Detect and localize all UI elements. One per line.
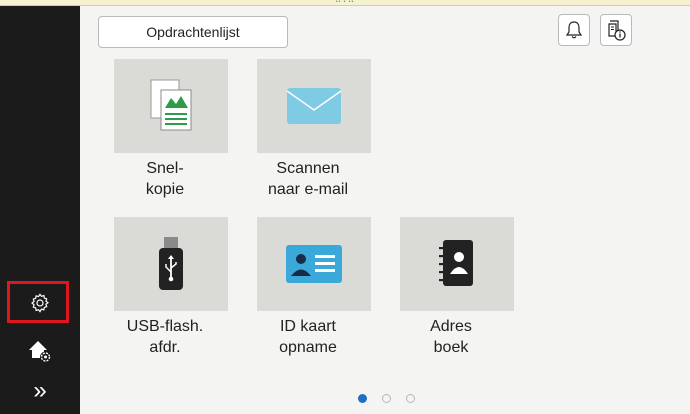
tile-label: Adres boek [380,316,522,358]
tile-label-line: naar e-mail [267,181,349,198]
selection-highlight [7,281,69,323]
tile-id-card-copy[interactable]: ID kaart opname [237,217,379,358]
home-settings-button[interactable] [0,332,80,370]
tile-usb-print[interactable]: USB-flash. afdr. [94,217,236,358]
job-list-label: Opdrachtenlijst [146,24,240,40]
home-settings-icon [29,341,51,363]
tile-label: Snel- kopie [94,158,236,200]
page-dot[interactable] [382,394,391,403]
tile-label: ID kaart opname [237,316,379,358]
tile-label-line: kopie [145,181,185,198]
settings-button[interactable] [0,279,80,327]
tile-scan-to-email[interactable]: Scannen naar e-mail [237,59,379,200]
envelope-icon [286,88,342,124]
top-indicator: •• • •• [335,0,355,5]
tile-address-book[interactable]: Adres boek [380,217,522,358]
page-dot-active[interactable] [358,394,367,403]
tile-label: USB-flash. afdr. [94,316,236,358]
device-status-button[interactable] [600,14,632,46]
tile-image [257,59,371,153]
tile-label-line: ID kaart [279,318,336,335]
tile-label-line: boek [433,339,469,356]
job-list-button[interactable]: Opdrachtenlijst [98,16,288,48]
tile-image [114,217,228,311]
device-info-icon [608,20,626,41]
copy-icon [150,79,192,131]
tile-label: Scannen naar e-mail [237,158,379,200]
address-book-icon [439,240,473,286]
expand-sidebar-button[interactable]: » [0,372,80,410]
id-card-icon [286,245,342,283]
home-screen: Opdrachtenlijst Snel- kopie Scannen naar… [80,6,690,414]
tile-label-line: USB-flash. [126,318,204,335]
tile-label-line: opname [279,339,337,356]
chevron-double-right-icon: » [33,377,47,404]
bell-icon [565,21,583,39]
tile-label-line: afdr. [149,339,181,356]
page-dot[interactable] [406,394,415,403]
tile-image [400,217,514,311]
page-indicator [358,394,415,403]
tile-quick-copy[interactable]: Snel- kopie [94,59,236,200]
tile-label-line: Scannen [276,160,340,177]
tile-label-line: Snel- [146,160,184,177]
tile-label-line: Adres [430,318,472,335]
sidebar: » [0,6,80,414]
usb-drive-icon [159,237,183,290]
notifications-button[interactable] [558,14,590,46]
tile-image [114,59,228,153]
tile-image [257,217,371,311]
